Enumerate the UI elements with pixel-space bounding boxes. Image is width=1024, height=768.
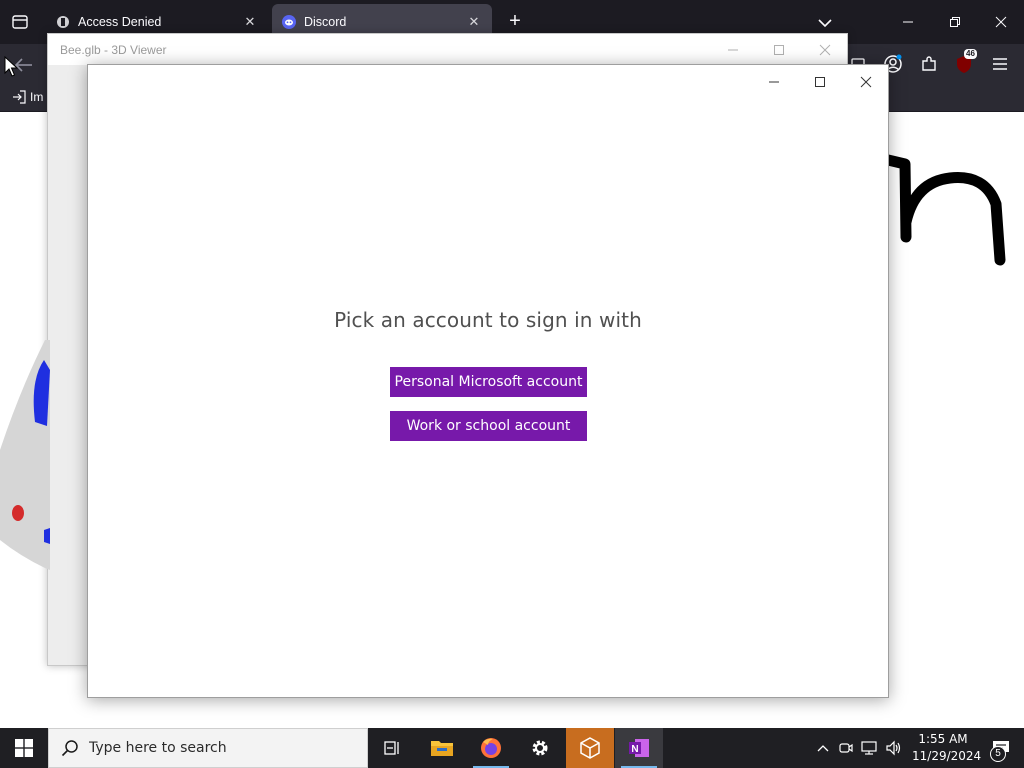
browser-close-button[interactable] (986, 8, 1016, 36)
app-menu-button[interactable] (988, 52, 1012, 76)
work-or-school-account-button[interactable]: Work or school account (390, 411, 587, 441)
close-icon (819, 44, 831, 56)
chevron-down-icon[interactable] (814, 12, 836, 34)
file-explorer-button[interactable] (418, 728, 466, 768)
maximize-icon (815, 77, 825, 87)
mouse-cursor-icon (4, 56, 18, 77)
account-picker-dialog: Pick an account to sign in with Personal… (87, 64, 889, 698)
restore-icon (950, 17, 960, 27)
import-icon (13, 90, 26, 104)
tab-list-button[interactable] (6, 8, 34, 36)
volume-button[interactable] (884, 738, 904, 758)
webcam-icon (839, 743, 853, 753)
show-hidden-icons-button[interactable] (813, 738, 833, 758)
meet-now-button[interactable] (836, 738, 856, 758)
viewer-minimize-button[interactable] (718, 38, 748, 62)
personal-microsoft-account-button[interactable]: Personal Microsoft account (390, 367, 587, 397)
dialog-heading: Pick an account to sign in with (334, 308, 642, 332)
dialog-minimize-button[interactable] (758, 69, 790, 95)
close-icon (860, 76, 872, 88)
onenote-button[interactable]: N (615, 728, 663, 768)
task-view-icon (384, 741, 399, 755)
3d-viewer-title: Bee.glb - 3D Viewer (60, 43, 167, 57)
minimize-icon (728, 49, 738, 51)
start-button[interactable] (0, 728, 48, 768)
puzzle-icon (922, 56, 936, 71)
dialog-close-button[interactable] (850, 69, 882, 95)
tab-title: Discord (304, 15, 347, 29)
new-tab-button[interactable]: + (503, 10, 527, 34)
file-explorer-icon (431, 741, 453, 756)
close-tab-icon[interactable]: ✕ (466, 14, 482, 30)
settings-button[interactable] (516, 728, 564, 768)
maximize-icon (774, 45, 784, 55)
taskbar-search-box[interactable] (48, 728, 368, 768)
close-tab-icon[interactable]: ✕ (242, 14, 258, 30)
extensions-button[interactable] (917, 52, 941, 76)
bee-model-render (0, 340, 50, 570)
viewer-close-button[interactable] (810, 38, 840, 62)
3d-viewer-titlebar[interactable]: Bee.glb - 3D Viewer (48, 34, 847, 65)
browser-restore-button[interactable] (940, 8, 970, 36)
import-bookmarks-label: Im (30, 90, 44, 104)
task-view-button[interactable] (368, 728, 416, 768)
shield-badge-icon (57, 16, 69, 28)
firefox-icon (481, 738, 501, 758)
svg-text:N: N (631, 744, 638, 755)
minimize-icon (903, 21, 913, 23)
windows-logo-icon (15, 739, 33, 757)
close-icon (995, 16, 1007, 28)
3d-viewer-icon (580, 737, 600, 759)
minimize-icon (769, 81, 779, 83)
viewer-maximize-button[interactable] (764, 38, 794, 62)
firefox-button[interactable] (467, 728, 515, 768)
discord-icon (282, 15, 296, 29)
network-status-button[interactable] (860, 738, 880, 758)
search-input[interactable] (89, 740, 339, 756)
search-icon (61, 740, 78, 757)
chevron-up-icon (817, 745, 829, 752)
settings-gear-icon (532, 740, 548, 756)
clock-date: 11/29/2024 (912, 749, 982, 763)
import-bookmarks-button[interactable]: Im (12, 90, 43, 104)
windows-taskbar: N 1:55 AM 11/29/2024 (0, 728, 1024, 768)
network-icon (861, 741, 877, 755)
tab-list-icon (12, 15, 28, 29)
hamburger-menu-icon (993, 58, 1007, 70)
browser-minimize-button[interactable] (893, 8, 923, 36)
onenote-icon: N (629, 739, 649, 757)
3d-viewer-taskbar-button[interactable] (566, 728, 614, 768)
speaker-icon (886, 740, 901, 756)
ublock-extension-button[interactable]: 46 (952, 49, 977, 76)
dialog-maximize-button[interactable] (804, 69, 836, 95)
clock-time: 1:55 AM (918, 732, 968, 746)
notification-count-badge: 5 (990, 746, 1006, 762)
taskbar-clock[interactable]: 1:55 AM 11/29/2024 (912, 731, 982, 765)
extension-badge-count: 46 (964, 49, 977, 59)
tab-title: Access Denied (78, 15, 162, 29)
